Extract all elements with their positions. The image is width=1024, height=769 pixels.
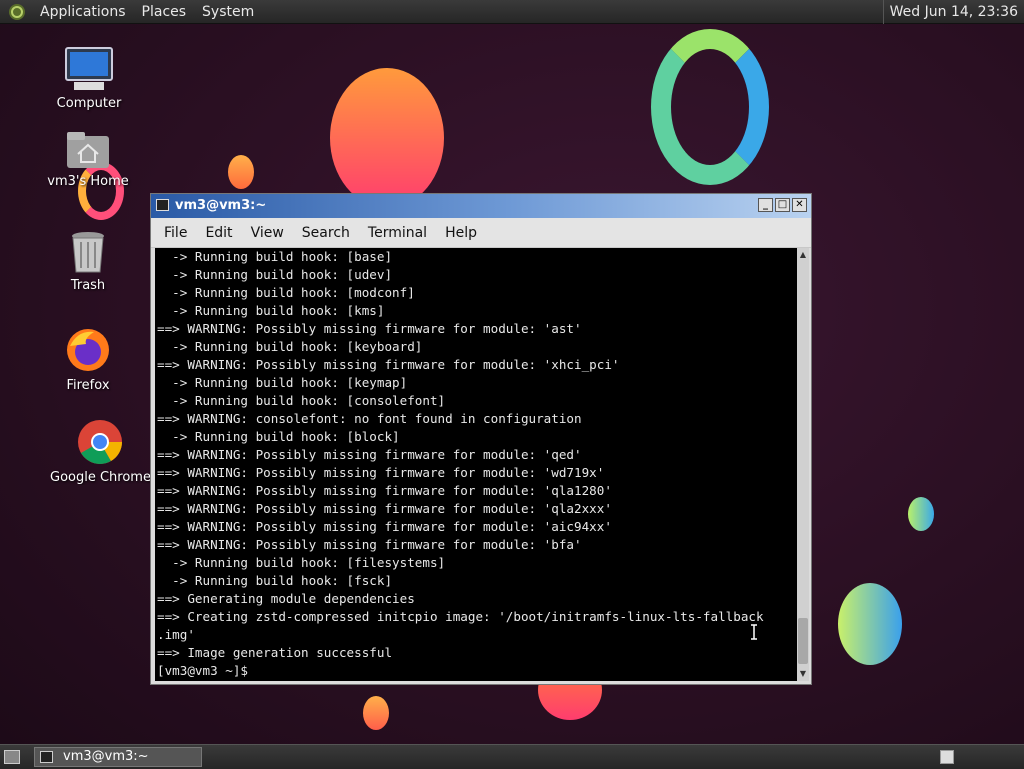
menu-file[interactable]: File — [155, 225, 196, 241]
menu-applications[interactable]: Applications — [32, 0, 134, 24]
terminal-line: -> Running build hook: [fsck] — [157, 573, 393, 588]
terminal-line: -> Running build hook: [keyboard] — [157, 339, 423, 354]
bottom-taskbar: vm3@vm3:~ — [0, 744, 1024, 769]
terminal-line: ==> WARNING: Possibly missing firmware f… — [157, 357, 620, 372]
terminal-line: -> Running build hook: [kms] — [157, 303, 385, 318]
terminal-line: ==> WARNING: consolefont: no font found … — [157, 411, 582, 426]
show-desktop-icon[interactable] — [4, 750, 20, 764]
computer-icon — [65, 47, 113, 90]
desktop-icon-chrome[interactable]: Google Chrome — [50, 418, 150, 485]
chrome-icon — [78, 420, 122, 464]
terminal-window[interactable]: vm3@vm3:~ _ □ ✕ File Edit View Search Te… — [150, 193, 812, 685]
terminal-line: ==> Generating module dependencies — [157, 591, 415, 606]
terminal-line: [vm3@vm3 ~]$ — [157, 663, 256, 678]
scrollbar-thumb[interactable] — [798, 618, 808, 664]
window-titlebar[interactable]: vm3@vm3:~ _ □ ✕ — [151, 194, 811, 218]
terminal-line: ==> Creating zstd-compressed initcpio im… — [157, 609, 764, 624]
orange-blob-bottom — [363, 696, 389, 730]
orange-blob-small — [228, 155, 254, 189]
menu-view[interactable]: View — [242, 225, 293, 241]
desktop-icon-trash[interactable]: Trash — [43, 230, 133, 293]
orange-blob-large — [330, 68, 444, 208]
taskbar-item-label: vm3@vm3:~ — [63, 749, 149, 764]
green-ring — [651, 29, 769, 185]
terminal-scrollbar[interactable]: ▲ ▼ — [797, 248, 809, 681]
terminal-line: ==> WARNING: Possibly missing firmware f… — [157, 519, 612, 534]
menu-system[interactable]: System — [194, 0, 262, 24]
trash-icon — [72, 232, 104, 273]
desktop-icon-firefox[interactable]: Firefox — [43, 326, 133, 393]
desktop-icon-label: Google Chrome — [50, 470, 150, 485]
distro-logo-icon[interactable] — [8, 3, 26, 21]
blue-blob-large — [838, 583, 902, 665]
terminal-line: ==> WARNING: Possibly missing firmware f… — [157, 537, 582, 552]
terminal-line: .img' — [157, 627, 195, 642]
top-panel: Applications Places System Wed Jun 14, 2… — [0, 0, 1024, 24]
maximize-button[interactable]: □ — [775, 198, 790, 212]
workspace-switcher[interactable] — [940, 750, 954, 764]
terminal-line: -> Running build hook: [filesystems] — [157, 555, 446, 570]
terminal-line: -> Running build hook: [block] — [157, 429, 400, 444]
blue-blob-small — [908, 497, 934, 531]
terminal-line: -> Running build hook: [consolefont] — [157, 393, 446, 408]
terminal-icon — [156, 199, 169, 211]
terminal-line: ==> WARNING: Possibly missing firmware f… — [157, 321, 582, 336]
desktop-icon-computer[interactable]: Computer — [44, 46, 134, 111]
terminal-line: ==> Image generation successful — [157, 645, 393, 660]
minimize-button[interactable]: _ — [758, 198, 773, 212]
window-title: vm3@vm3:~ — [175, 198, 267, 213]
terminal-icon — [40, 751, 53, 763]
terminal-line: ==> WARNING: Possibly missing firmware f… — [157, 465, 605, 480]
menu-edit[interactable]: Edit — [196, 225, 241, 241]
menu-help[interactable]: Help — [436, 225, 486, 241]
terminal-line: -> Running build hook: [modconf] — [157, 285, 415, 300]
close-button[interactable]: ✕ — [792, 198, 807, 212]
terminal-line: -> Running build hook: [udev] — [157, 267, 393, 282]
clock[interactable]: Wed Jun 14, 23:36 — [882, 0, 1024, 24]
scroll-down-icon[interactable]: ▼ — [797, 667, 809, 681]
window-menubar: File Edit View Search Terminal Help — [151, 218, 811, 248]
desktop-icon-home[interactable]: vm3's Home — [43, 130, 133, 189]
taskbar-item-terminal[interactable]: vm3@vm3:~ — [34, 747, 202, 767]
terminal-output[interactable]: -> Running build hook: [base] -> Running… — [155, 248, 797, 681]
desktop-icon-label: Computer — [56, 96, 122, 111]
desktop-icon-label: Firefox — [66, 378, 110, 393]
firefox-icon — [67, 329, 109, 371]
terminal-line: -> Running build hook: [base] — [157, 249, 393, 264]
home-folder-icon — [67, 132, 109, 168]
terminal-line: ==> WARNING: Possibly missing firmware f… — [157, 483, 612, 498]
menu-places[interactable]: Places — [134, 0, 195, 24]
terminal-line: ==> WARNING: Possibly missing firmware f… — [157, 447, 582, 462]
ibeam-cursor-icon — [751, 624, 757, 640]
scroll-up-icon[interactable]: ▲ — [797, 248, 809, 262]
desktop-icon-label: Trash — [70, 278, 106, 293]
terminal-line: ==> WARNING: Possibly missing firmware f… — [157, 501, 612, 516]
desktop-icon-label: vm3's Home — [47, 174, 129, 189]
menu-terminal[interactable]: Terminal — [359, 225, 436, 241]
menu-search[interactable]: Search — [293, 225, 359, 241]
terminal-line: -> Running build hook: [keymap] — [157, 375, 408, 390]
